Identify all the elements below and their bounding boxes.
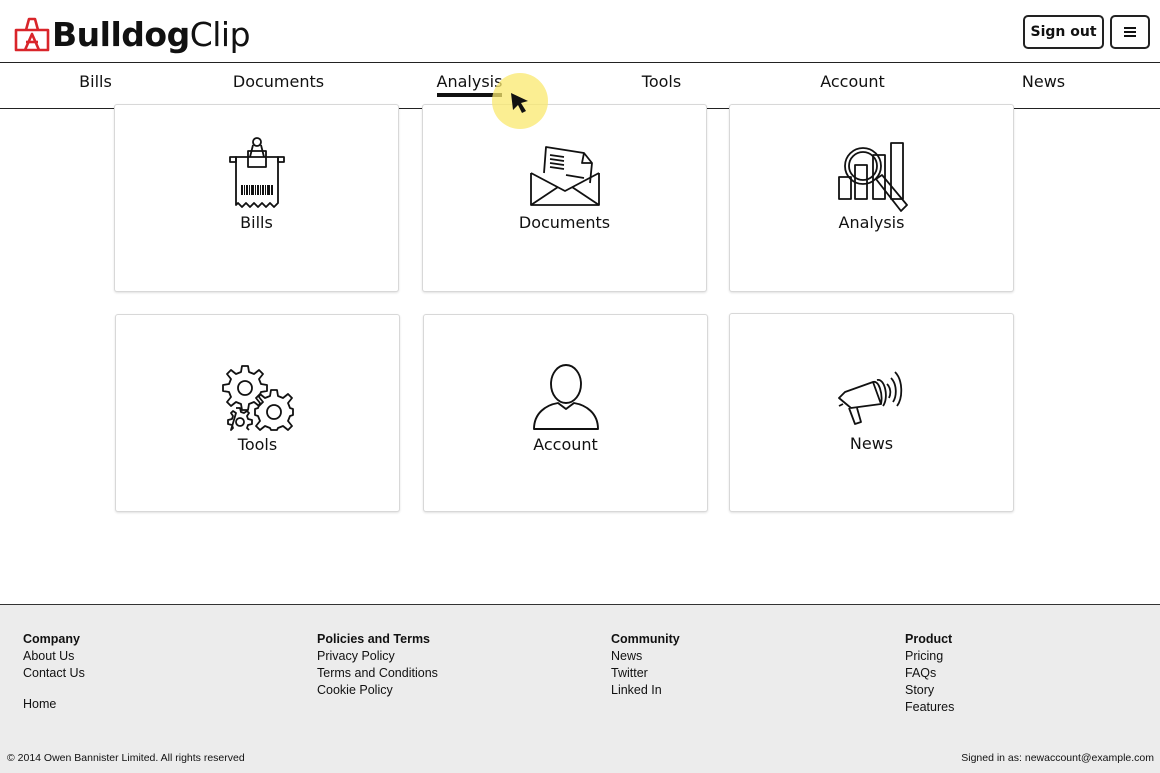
card-label: Documents (518, 213, 611, 232)
signed-in-status: Signed in as: newaccount@example.com (961, 752, 1154, 764)
footer-link-about-us[interactable]: About Us (23, 648, 85, 665)
footer-heading: Policies and Terms (317, 632, 431, 646)
footer-link-linked-in[interactable]: Linked In (611, 682, 680, 699)
user-icon (532, 364, 599, 430)
footer-link-terms[interactable]: Terms and Conditions (317, 665, 438, 682)
sign-out-button[interactable]: Sign out (1023, 15, 1104, 49)
copyright-text: © 2014 Owen Bannister Limited. All right… (7, 752, 245, 764)
bill-clip-icon (228, 137, 285, 208)
nav-item-label: Tools (641, 72, 682, 91)
magnifier-chart-icon (837, 142, 908, 212)
footer-link-faqs[interactable]: FAQs (905, 665, 954, 682)
card-tools[interactable]: Tools (115, 314, 400, 512)
footer-link-twitter[interactable]: Twitter (611, 665, 680, 682)
nav-item-account[interactable]: Account (757, 72, 948, 93)
logo-text-light: Clip (189, 14, 251, 54)
mouse-pointer-icon (511, 93, 528, 113)
logo[interactable]: Bulldog Clip (14, 12, 251, 56)
footer-link-home[interactable]: Home (23, 697, 56, 711)
logo-text-bold: Bulldog (52, 14, 190, 54)
nav-item-tools[interactable]: Tools (566, 72, 757, 93)
card-bills[interactable]: Bills (114, 104, 399, 292)
card-news[interactable]: News (729, 313, 1014, 512)
nav-item-news[interactable]: News (948, 72, 1139, 93)
footer-column-product: Product Pricing FAQs Story Features (905, 631, 954, 716)
megaphone-icon (837, 371, 902, 425)
card-label: Bills (240, 213, 273, 232)
nav-item-documents[interactable]: Documents (183, 72, 374, 93)
nav-item-label: News (1021, 72, 1066, 91)
card-account[interactable]: Account (423, 314, 708, 512)
card-documents[interactable]: Documents (422, 104, 707, 292)
footer-link-features[interactable]: Features (905, 699, 954, 716)
footer-heading: Community (611, 632, 680, 646)
envelope-documents-icon (529, 146, 600, 206)
footer-column-policies: Policies and Terms Privacy Policy Terms … (317, 631, 438, 699)
footer-heading: Company (23, 632, 80, 646)
main-nav: Bills Documents Analysis Tools Account N… (0, 63, 1160, 109)
gears-icon (221, 365, 294, 431)
nav-item-label: Bills (79, 72, 112, 91)
footer-link-privacy-policy[interactable]: Privacy Policy (317, 648, 438, 665)
bulldog-clip-logo-icon (14, 17, 50, 52)
footer-link-story[interactable]: Story (905, 682, 954, 699)
nav-item-label: Account (820, 72, 885, 91)
hamburger-menu-icon (1124, 27, 1136, 37)
menu-button[interactable] (1110, 15, 1150, 49)
footer-column-company: Company About Us Contact Us (23, 631, 85, 682)
card-label: Account (533, 435, 598, 454)
footer-link-cookie-policy[interactable]: Cookie Policy (317, 682, 438, 699)
header: Bulldog Clip Sign out (0, 0, 1160, 63)
card-analysis[interactable]: Analysis (729, 104, 1014, 292)
footer: Company About Us Contact Us Home Policie… (0, 604, 1160, 773)
card-label: Analysis (838, 213, 905, 232)
card-label: News (849, 434, 894, 453)
footer-column-community: Community News Twitter Linked In (611, 631, 680, 699)
nav-item-label: Documents (232, 72, 325, 91)
footer-link-contact-us[interactable]: Contact Us (23, 665, 85, 682)
footer-link-pricing[interactable]: Pricing (905, 648, 954, 665)
nav-item-bills[interactable]: Bills (0, 72, 191, 93)
footer-link-news[interactable]: News (611, 648, 680, 665)
footer-heading: Product (905, 632, 953, 646)
card-label: Tools (237, 435, 278, 454)
